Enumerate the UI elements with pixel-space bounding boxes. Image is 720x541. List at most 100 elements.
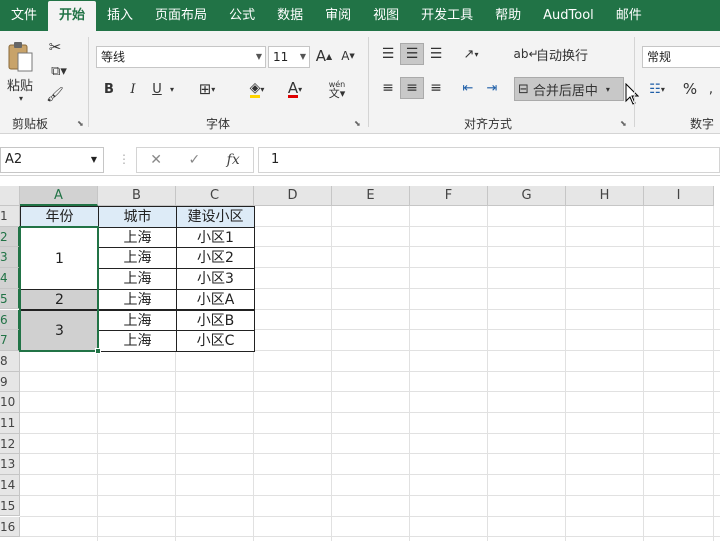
align-left-icon[interactable]: ≡ xyxy=(378,77,398,99)
row-header-4[interactable]: 4 xyxy=(0,268,20,289)
cut-icon[interactable]: ✂ xyxy=(44,37,66,57)
row-header-11[interactable]: 11 xyxy=(0,413,20,434)
alignment-launcher-icon[interactable]: ⬊ xyxy=(620,119,627,128)
bold-button[interactable]: B xyxy=(100,79,118,99)
tab-review[interactable]: 审阅 xyxy=(314,0,362,31)
header-cell[interactable]: 城市 xyxy=(98,206,177,228)
underline-button[interactable]: U xyxy=(148,79,166,99)
district-cell[interactable]: 小区2 xyxy=(176,247,255,270)
font-launcher-icon[interactable]: ⬊ xyxy=(354,119,361,128)
city-cell[interactable]: 上海 xyxy=(98,309,177,332)
cancel-icon[interactable]: ✕ xyxy=(150,152,162,168)
chevron-down-icon[interactable]: ▾ xyxy=(166,79,178,99)
tab-home[interactable]: 开始 xyxy=(48,1,97,31)
tab-developer[interactable]: 开发工具 xyxy=(410,0,484,31)
number-format-combo[interactable]: 常规 xyxy=(642,46,720,68)
row-header-1[interactable]: 1 xyxy=(0,206,20,227)
row-header-9[interactable]: 9 xyxy=(0,371,20,393)
city-cell[interactable]: 上海 xyxy=(98,226,177,249)
row-header-2[interactable]: 2 xyxy=(0,226,20,248)
district-cell[interactable]: 小区A xyxy=(176,288,255,311)
column-header-b[interactable]: B xyxy=(98,186,176,206)
column-header-c[interactable]: C xyxy=(176,186,254,206)
row-header-7[interactable]: 7 xyxy=(0,330,20,351)
wrap-text-icon[interactable]: ab↵ xyxy=(513,43,538,65)
row-header-5[interactable]: 5 xyxy=(0,288,20,310)
copy-icon[interactable]: ⧉▾ xyxy=(44,61,74,81)
borders-icon[interactable]: ⊞ ▾ xyxy=(192,79,222,99)
header-cell[interactable]: 年份 xyxy=(20,206,99,228)
align-center-icon[interactable]: ≡ xyxy=(400,77,424,99)
tab-formulas[interactable]: 公式 xyxy=(218,0,266,31)
insert-function-button[interactable]: fx xyxy=(227,152,240,168)
tab-view[interactable]: 视图 xyxy=(362,0,410,31)
font-color-button[interactable]: A ▾ xyxy=(278,79,312,99)
merge-center-button[interactable]: ⊟ 合并后居中 ▾ xyxy=(514,77,624,101)
tab-insert[interactable]: 插入 xyxy=(96,0,144,31)
city-cell[interactable]: 上海 xyxy=(98,288,177,311)
tab-file[interactable]: 文件 xyxy=(0,0,48,31)
wrap-text-button[interactable]: 自动换行 xyxy=(536,43,596,65)
align-top-icon[interactable]: ☰ xyxy=(378,43,398,65)
align-middle-icon[interactable]: ☰ xyxy=(400,43,424,65)
column-header-g[interactable]: G xyxy=(488,186,566,206)
format-painter-icon[interactable]: 🖌 xyxy=(44,85,66,105)
decrease-indent-icon[interactable]: ⇤ xyxy=(458,77,478,99)
name-box[interactable]: A2 ▼ xyxy=(0,147,104,173)
row-header-3[interactable]: 3 xyxy=(0,247,20,269)
column-header-d[interactable]: D xyxy=(254,186,332,206)
tab-help[interactable]: 帮助 xyxy=(484,0,532,31)
phonetic-button[interactable]: wén 文▾ xyxy=(320,77,354,101)
tab-data[interactable]: 数据 xyxy=(266,0,314,31)
increase-indent-icon[interactable]: ⇥ xyxy=(482,77,502,99)
city-cell[interactable]: 上海 xyxy=(98,247,177,270)
formula-bar-grip-icon[interactable]: ⋮ xyxy=(118,152,130,166)
clipboard-launcher-icon[interactable]: ⬊ xyxy=(77,119,84,128)
select-all-corner[interactable] xyxy=(0,186,20,206)
column-header-h[interactable]: H xyxy=(566,186,644,206)
district-cell[interactable]: 小区1 xyxy=(176,226,255,249)
fill-handle[interactable] xyxy=(95,347,101,354)
column-header-a[interactable]: A xyxy=(20,186,98,206)
row-header-15[interactable]: 15 xyxy=(0,495,20,517)
row-header-10[interactable]: 10 xyxy=(0,392,20,413)
font-size-combo[interactable]: 11 ▼ xyxy=(268,46,310,68)
row-header-13[interactable]: 13 xyxy=(0,454,20,476)
orientation-icon[interactable]: ↗ ▾ xyxy=(456,43,486,65)
district-cell[interactable]: 小区C xyxy=(176,330,255,352)
grow-font-button[interactable]: A ▲ xyxy=(314,45,334,67)
district-cell[interactable]: 小区B xyxy=(176,309,255,332)
row-header-12[interactable]: 12 xyxy=(0,433,20,455)
font-name-combo[interactable]: 等线 ▼ xyxy=(96,46,266,68)
row-header-14[interactable]: 14 xyxy=(0,475,20,496)
italic-button[interactable]: I xyxy=(124,79,142,99)
district-cell[interactable]: 小区3 xyxy=(176,268,255,290)
accounting-format-icon[interactable]: ☷ ▾ xyxy=(642,79,672,99)
confirm-icon[interactable]: ✓ xyxy=(188,152,200,168)
align-bottom-icon[interactable]: ☰ xyxy=(426,43,446,65)
tab-audtool[interactable]: AudTool xyxy=(532,0,605,31)
column-header-e[interactable]: E xyxy=(332,186,410,206)
fill-color-icon[interactable]: ◈ ▾ xyxy=(240,79,274,99)
percent-button[interactable]: % xyxy=(680,79,700,99)
row-header-16[interactable]: 16 xyxy=(0,516,20,538)
city-cell[interactable]: 上海 xyxy=(98,330,177,352)
row-header-8[interactable]: 8 xyxy=(0,350,20,372)
merged-year-cell[interactable]: 1 xyxy=(20,226,99,290)
row-header-6[interactable]: 6 xyxy=(0,309,20,331)
column-header-i[interactable]: I xyxy=(644,186,714,206)
formula-input[interactable]: 1 xyxy=(258,147,720,173)
paste-icon[interactable] xyxy=(4,39,36,75)
align-right-icon[interactable]: ≡ xyxy=(426,77,446,99)
comma-style-icon[interactable]: , xyxy=(702,79,720,99)
chevron-down-icon[interactable]: ▾ xyxy=(16,93,26,103)
paste-button[interactable]: 粘贴 xyxy=(2,75,38,94)
merged-year-cell[interactable]: 2 xyxy=(20,288,99,311)
tab-page-layout[interactable]: 页面布局 xyxy=(144,0,218,31)
city-cell[interactable]: 上海 xyxy=(98,268,177,290)
merged-year-cell[interactable]: 3 xyxy=(20,309,99,352)
shrink-font-button[interactable]: A ▼ xyxy=(338,45,358,67)
column-header-f[interactable]: F xyxy=(410,186,488,206)
header-cell[interactable]: 建设小区 xyxy=(176,206,255,228)
tab-mail[interactable]: 邮件 xyxy=(605,0,653,31)
